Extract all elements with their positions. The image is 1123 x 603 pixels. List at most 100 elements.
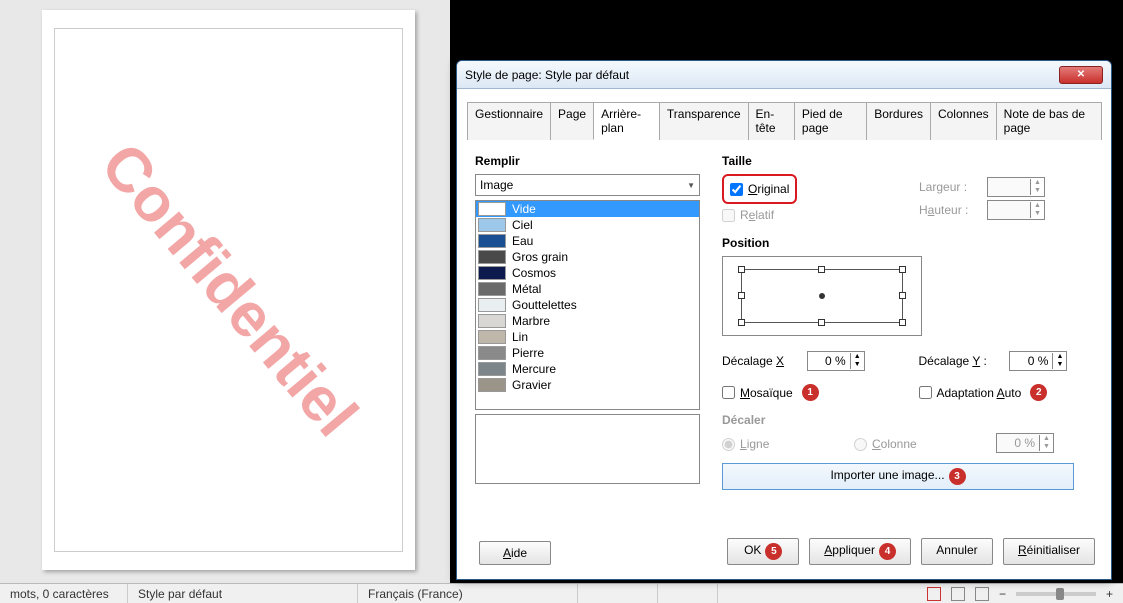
badge-5: 5 bbox=[765, 543, 782, 560]
fill-item-label: Ciel bbox=[512, 218, 533, 232]
swatch-icon bbox=[478, 346, 506, 360]
adaptation-label: Adaptation Auto bbox=[937, 386, 1022, 400]
tab-pane: Remplir Image Vide Ciel Eau Gros grain Cosmo… bbox=[457, 140, 1111, 504]
ligne-radio bbox=[722, 438, 735, 451]
swatch-icon bbox=[478, 266, 506, 280]
fill-item-label: Lin bbox=[512, 330, 528, 344]
height-label: Hauteur : bbox=[919, 203, 979, 217]
page-style-dialog: Style de page: Style par défaut ✕ Gestio… bbox=[456, 60, 1112, 580]
view-book-icon[interactable] bbox=[975, 587, 989, 601]
cancel-button[interactable]: Annuler bbox=[921, 538, 993, 565]
fill-item[interactable]: Lin bbox=[476, 329, 699, 345]
fill-item[interactable]: Mercure bbox=[476, 361, 699, 377]
swatch-icon bbox=[478, 298, 506, 312]
help-button[interactable]: Aide bbox=[479, 541, 551, 565]
fill-item[interactable]: Marbre bbox=[476, 313, 699, 329]
fill-item-label: Marbre bbox=[512, 314, 550, 328]
swatch-icon bbox=[478, 330, 506, 344]
relatif-label: Relatif bbox=[740, 208, 774, 222]
fill-item[interactable]: Eau bbox=[476, 233, 699, 249]
colonne-radio bbox=[854, 438, 867, 451]
swatch-icon bbox=[478, 234, 506, 248]
apply-button[interactable]: Appliquer4 bbox=[809, 538, 911, 565]
zoom-out-icon[interactable]: − bbox=[999, 587, 1006, 601]
status-words: mots, 0 caractères bbox=[0, 584, 128, 603]
swatch-icon bbox=[478, 314, 506, 328]
fill-item-label: Gravier bbox=[512, 378, 551, 392]
dialog-titlebar[interactable]: Style de page: Style par défaut ✕ bbox=[457, 61, 1111, 89]
view-single-icon[interactable] bbox=[927, 587, 941, 601]
status-empty2 bbox=[658, 584, 718, 603]
fill-item[interactable]: Métal bbox=[476, 281, 699, 297]
fill-item[interactable]: Gravier bbox=[476, 377, 699, 393]
editor-background: Confidentiel bbox=[0, 0, 450, 583]
fill-item[interactable]: Gouttelettes bbox=[476, 297, 699, 313]
fill-item-label: Vide bbox=[512, 202, 536, 216]
offset-y-label: Décalage Y : bbox=[919, 354, 987, 368]
swatch-icon bbox=[478, 202, 506, 216]
tab-arriere-plan[interactable]: Arrière-plan bbox=[593, 102, 660, 140]
position-selector[interactable] bbox=[722, 256, 922, 336]
status-empty1 bbox=[578, 584, 658, 603]
decaler-label: Décaler bbox=[722, 413, 1093, 427]
ligne-label: Ligne bbox=[740, 437, 769, 451]
fill-item-label: Cosmos bbox=[512, 266, 556, 280]
tab-pied[interactable]: Pied de page bbox=[794, 102, 867, 140]
mosaique-label: Mosaïque bbox=[740, 386, 793, 400]
adaptation-checkbox[interactable] bbox=[919, 386, 932, 399]
fill-item[interactable]: Cosmos bbox=[476, 265, 699, 281]
fill-type-combo[interactable]: Image bbox=[475, 174, 700, 196]
fill-item[interactable]: Vide bbox=[476, 201, 699, 217]
offset-y-spinner[interactable]: ▲▼ bbox=[1009, 351, 1067, 371]
width-spinner: ▲▼ bbox=[987, 177, 1045, 197]
swatch-icon bbox=[478, 362, 506, 376]
fill-item[interactable]: Ciel bbox=[476, 217, 699, 233]
tab-transparence[interactable]: Transparence bbox=[659, 102, 749, 140]
height-spinner: ▲▼ bbox=[987, 200, 1045, 220]
size-label: Taille bbox=[722, 154, 897, 168]
zoom-slider[interactable] bbox=[1016, 592, 1096, 596]
original-highlight: Original bbox=[722, 174, 797, 204]
colonne-label: Colonne bbox=[872, 437, 917, 451]
swatch-icon bbox=[478, 282, 506, 296]
offset-x-spinner[interactable]: ▲▼ bbox=[807, 351, 865, 371]
fill-item-label: Métal bbox=[512, 282, 541, 296]
import-image-button[interactable]: Importer une image...3 bbox=[722, 463, 1074, 490]
tab-note[interactable]: Note de bas de page bbox=[996, 102, 1102, 140]
fill-item-label: Eau bbox=[512, 234, 533, 248]
swatch-icon bbox=[478, 250, 506, 264]
badge-4: 4 bbox=[879, 543, 896, 560]
tab-bordures[interactable]: Bordures bbox=[866, 102, 931, 140]
badge-2: 2 bbox=[1030, 384, 1047, 401]
status-lang[interactable]: Français (France) bbox=[358, 584, 578, 603]
fill-item[interactable]: Pierre bbox=[476, 345, 699, 361]
zoom-in-icon[interactable]: + bbox=[1106, 587, 1113, 601]
close-button[interactable]: ✕ bbox=[1059, 66, 1103, 84]
fill-label: Remplir bbox=[475, 154, 700, 168]
fill-item-label: Mercure bbox=[512, 362, 556, 376]
fill-listbox[interactable]: Vide Ciel Eau Gros grain Cosmos Métal Gouttele… bbox=[475, 200, 700, 410]
tab-colonnes[interactable]: Colonnes bbox=[930, 102, 997, 140]
original-label: Original bbox=[748, 182, 789, 196]
mosaique-checkbox[interactable] bbox=[722, 386, 735, 399]
reset-button[interactable]: Réinitialiser bbox=[1003, 538, 1095, 565]
offset-x-label: Décalage X bbox=[722, 354, 784, 368]
view-multi-icon[interactable] bbox=[951, 587, 965, 601]
original-checkbox[interactable] bbox=[730, 183, 743, 196]
dialog-title: Style de page: Style par défaut bbox=[465, 68, 629, 82]
tab-page[interactable]: Page bbox=[550, 102, 594, 140]
relatif-checkbox bbox=[722, 209, 735, 222]
fill-item-label: Gouttelettes bbox=[512, 298, 577, 312]
swatch-icon bbox=[478, 378, 506, 392]
fill-item[interactable]: Gros grain bbox=[476, 249, 699, 265]
status-style[interactable]: Style par défaut bbox=[128, 584, 358, 603]
ok-button[interactable]: OK5 bbox=[727, 538, 799, 565]
tab-entete[interactable]: En-tête bbox=[748, 102, 795, 140]
fill-item-label: Pierre bbox=[512, 346, 544, 360]
tab-gestionnaire[interactable]: Gestionnaire bbox=[467, 102, 551, 140]
status-bar: mots, 0 caractères Style par défaut Fran… bbox=[0, 583, 1123, 603]
position-center-dot bbox=[819, 293, 825, 299]
decaler-spinner: ▲▼ bbox=[996, 433, 1054, 453]
fill-item-label: Gros grain bbox=[512, 250, 568, 264]
fill-preview bbox=[475, 414, 700, 484]
